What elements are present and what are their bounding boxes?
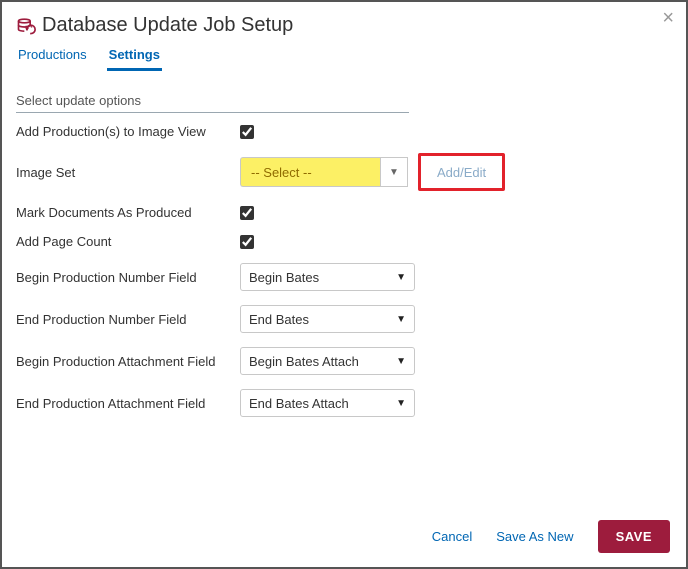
chevron-down-icon: ▼ <box>389 167 399 178</box>
cancel-button[interactable]: Cancel <box>432 529 472 544</box>
checkbox-add-page-count[interactable] <box>240 235 254 249</box>
close-icon[interactable]: × <box>662 8 674 28</box>
row-begin-prod-attach: Begin Production Attachment Field Begin … <box>2 340 686 382</box>
row-image-set: Image Set -- Select -- ▼ Add/Edit <box>2 146 686 198</box>
value-begin-prod-num: Begin Bates <box>249 270 396 285</box>
label-begin-prod-attach: Begin Production Attachment Field <box>16 354 240 369</box>
dialog-header: Database Update Job Setup × <box>2 2 686 43</box>
tab-productions[interactable]: Productions <box>16 43 89 71</box>
chevron-down-icon: ▼ <box>396 272 406 283</box>
checkbox-add-productions[interactable] <box>240 125 254 139</box>
chevron-down-icon: ▼ <box>396 314 406 325</box>
row-mark-produced: Mark Documents As Produced <box>2 198 686 227</box>
image-set-control-group: -- Select -- ▼ Add/Edit <box>240 153 505 191</box>
row-end-prod-num: End Production Number Field End Bates ▼ <box>2 298 686 340</box>
image-set-select[interactable]: -- Select -- <box>240 157 380 187</box>
save-button[interactable]: SAVE <box>598 520 670 553</box>
select-begin-prod-num[interactable]: Begin Bates ▼ <box>240 263 415 291</box>
select-end-prod-num[interactable]: End Bates ▼ <box>240 305 415 333</box>
highlight-annotation: Add/Edit <box>418 153 505 191</box>
image-set-value: -- Select -- <box>251 165 372 180</box>
value-begin-prod-attach: Begin Bates Attach <box>249 354 396 369</box>
label-end-prod-num: End Production Number Field <box>16 312 240 327</box>
label-begin-prod-num: Begin Production Number Field <box>16 270 240 285</box>
section-heading: Select update options <box>16 93 409 113</box>
value-end-prod-num: End Bates <box>249 312 396 327</box>
chevron-down-icon: ▼ <box>396 398 406 409</box>
dialog-title: Database Update Job Setup <box>42 14 293 37</box>
label-add-page-count: Add Page Count <box>16 234 240 249</box>
dialog-footer: Cancel Save As New SAVE <box>432 520 670 553</box>
chevron-down-icon: ▼ <box>396 356 406 367</box>
row-add-productions: Add Production(s) to Image View <box>2 117 686 146</box>
label-add-productions: Add Production(s) to Image View <box>16 124 240 139</box>
tab-settings[interactable]: Settings <box>107 43 162 71</box>
select-begin-prod-attach[interactable]: Begin Bates Attach ▼ <box>240 347 415 375</box>
checkbox-mark-produced[interactable] <box>240 206 254 220</box>
label-image-set: Image Set <box>16 165 240 180</box>
row-begin-prod-num: Begin Production Number Field Begin Bate… <box>2 256 686 298</box>
label-mark-produced: Mark Documents As Produced <box>16 205 240 220</box>
database-update-icon <box>16 16 36 36</box>
select-end-prod-attach[interactable]: End Bates Attach ▼ <box>240 389 415 417</box>
row-add-page-count: Add Page Count <box>2 227 686 256</box>
tab-bar: Productions Settings <box>2 43 686 71</box>
image-set-dropdown-toggle[interactable]: ▼ <box>380 157 408 187</box>
label-end-prod-attach: End Production Attachment Field <box>16 396 240 411</box>
value-end-prod-attach: End Bates Attach <box>249 396 396 411</box>
row-end-prod-attach: End Production Attachment Field End Bate… <box>2 382 686 424</box>
add-edit-link[interactable]: Add/Edit <box>427 163 496 182</box>
save-as-new-button[interactable]: Save As New <box>496 529 573 544</box>
